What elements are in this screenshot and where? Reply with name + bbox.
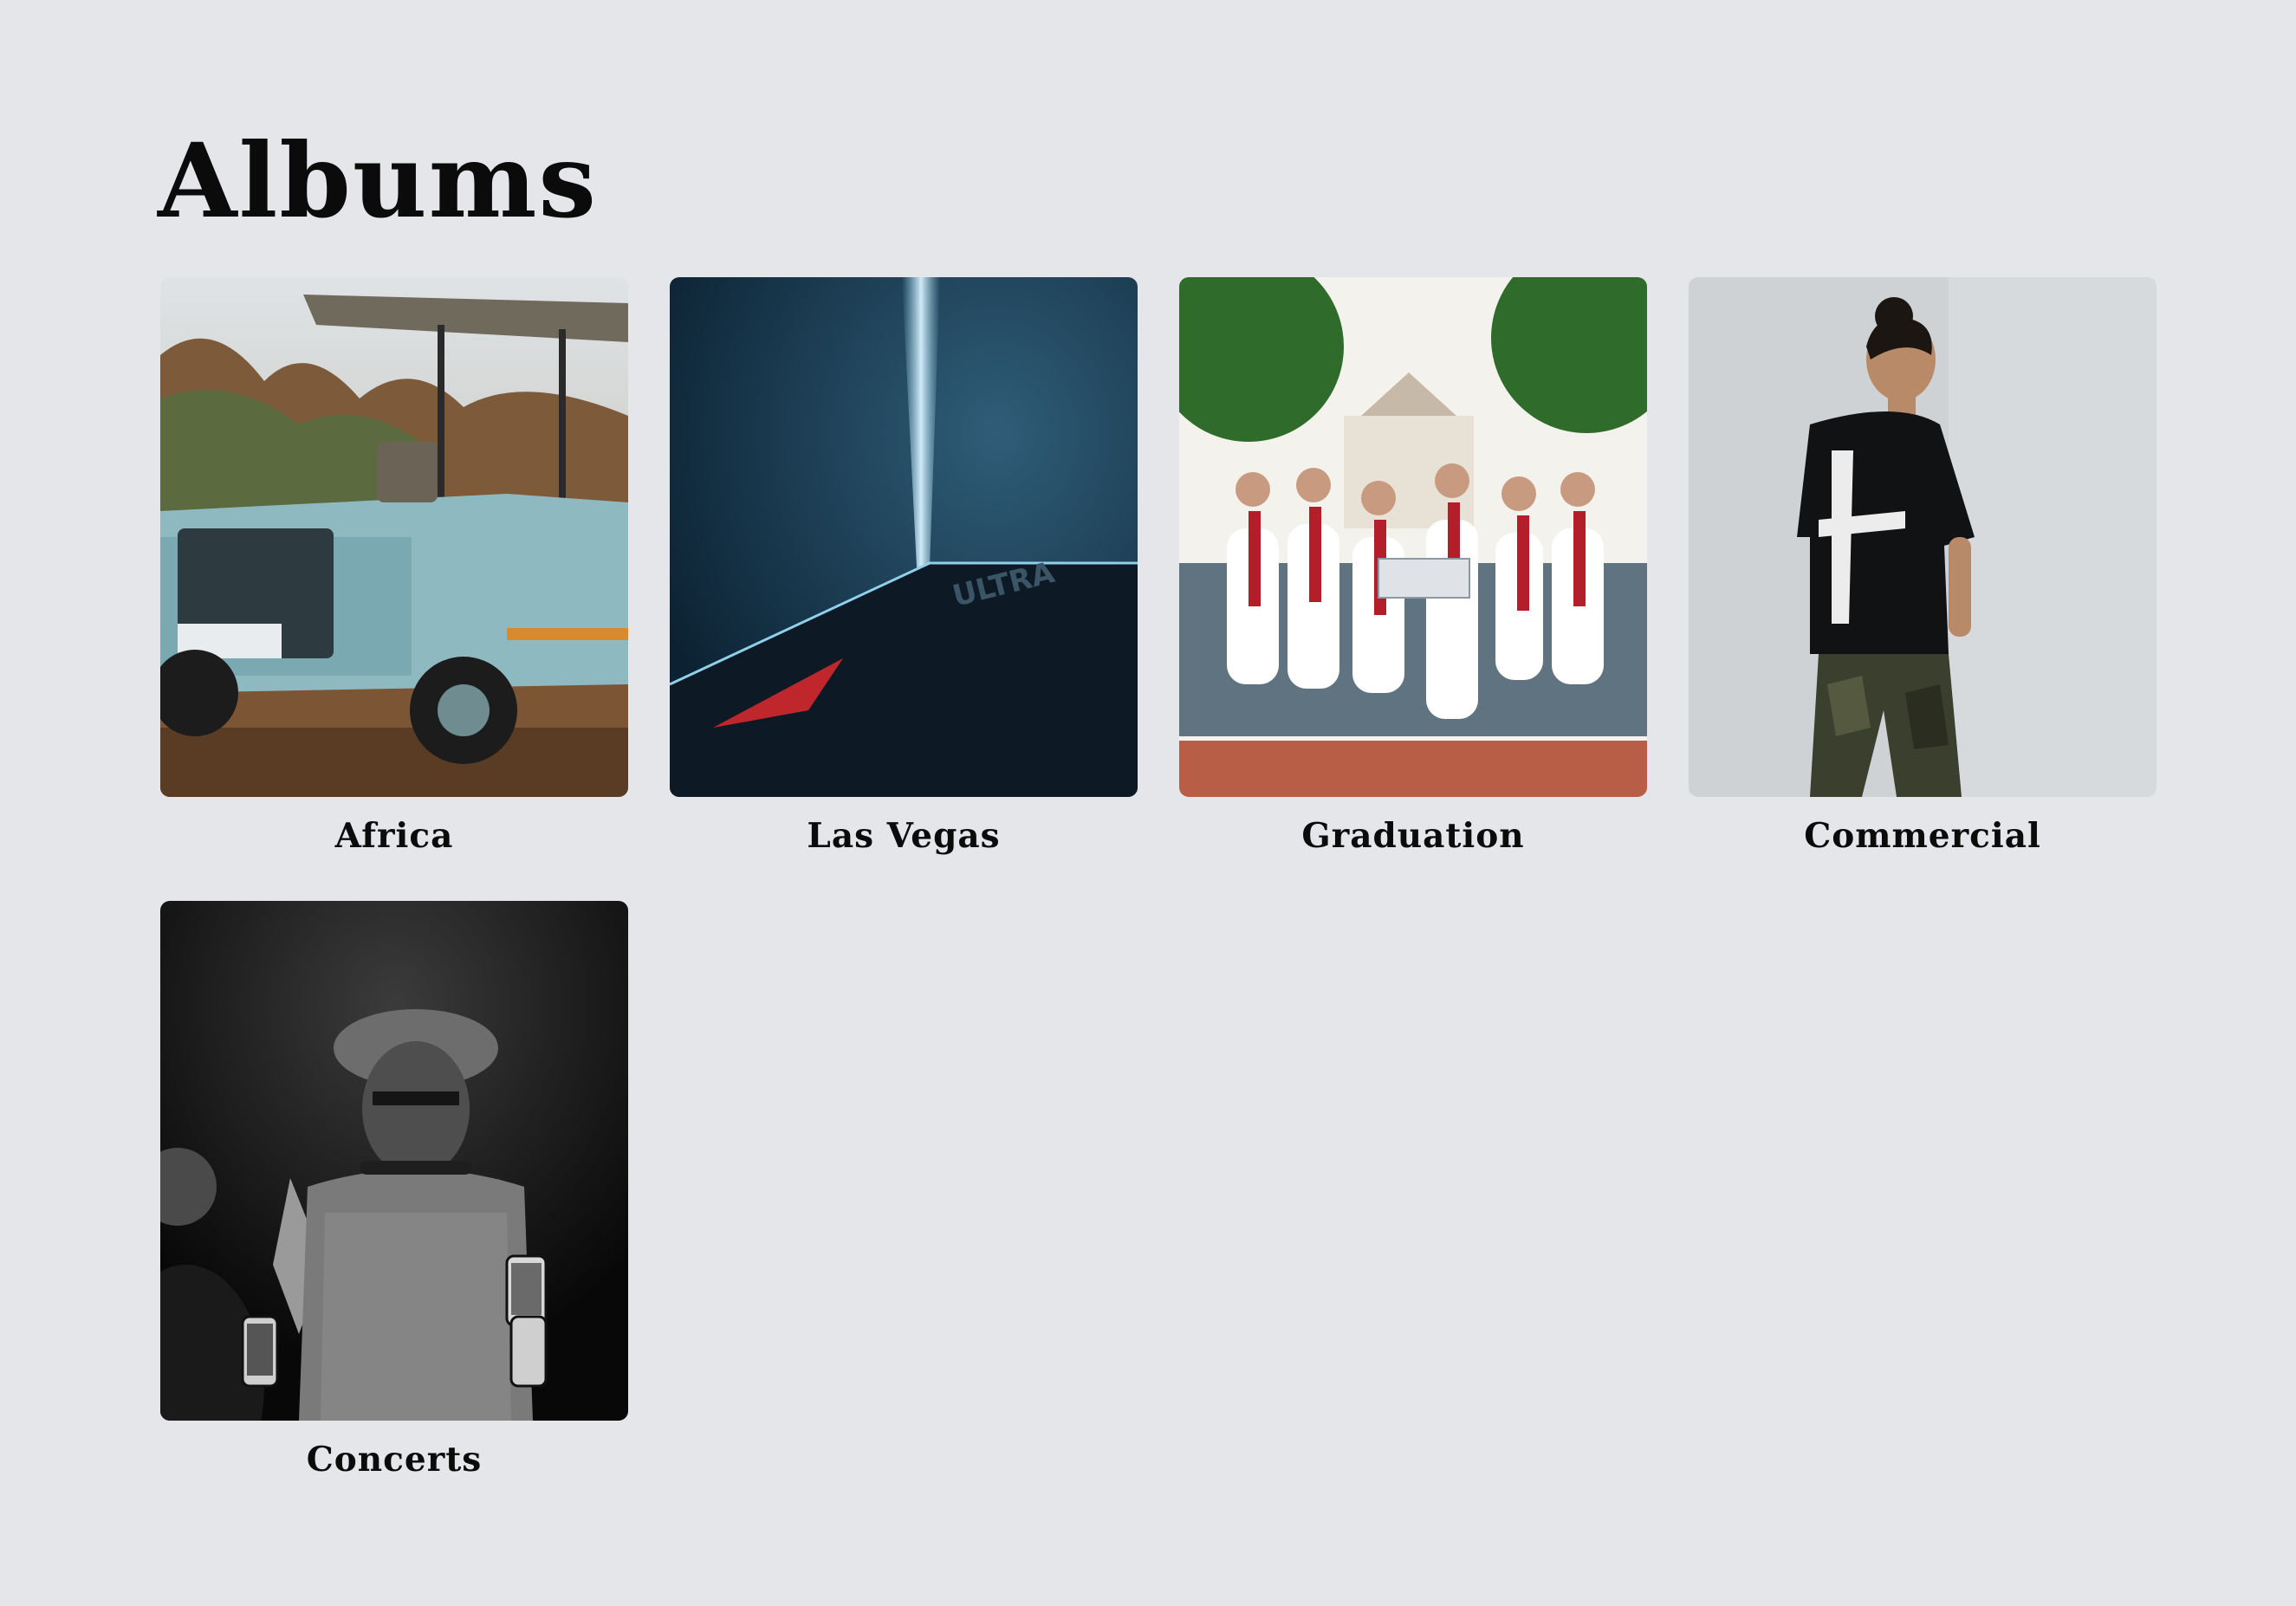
album-card-africa[interactable]: Africa (160, 277, 628, 858)
albums-grid: Africa ULTRA Las Vegas Graduation Commer… (160, 277, 2157, 1481)
album-label[interactable]: Concerts (160, 1438, 628, 1481)
album-label[interactable]: Africa (160, 814, 628, 858)
album-label[interactable]: Las Vegas (670, 814, 1138, 858)
album-card-concerts[interactable]: Concerts (160, 901, 628, 1481)
album-thumbnail-concerts[interactable] (160, 901, 628, 1421)
album-thumbnail-africa[interactable] (160, 277, 628, 797)
album-thumbnail-graduation[interactable] (1179, 277, 1647, 797)
album-card-commercial[interactable]: Commercial (1689, 277, 2157, 858)
album-label[interactable]: Graduation (1179, 814, 1647, 858)
album-thumbnail-commercial[interactable] (1689, 277, 2157, 797)
album-card-graduation[interactable]: Graduation (1179, 277, 1647, 858)
album-card-las-vegas[interactable]: ULTRA Las Vegas (670, 277, 1138, 858)
album-label[interactable]: Commercial (1689, 814, 2157, 858)
page-title: Albums (158, 120, 598, 241)
album-thumbnail-las-vegas[interactable]: ULTRA (670, 277, 1138, 797)
